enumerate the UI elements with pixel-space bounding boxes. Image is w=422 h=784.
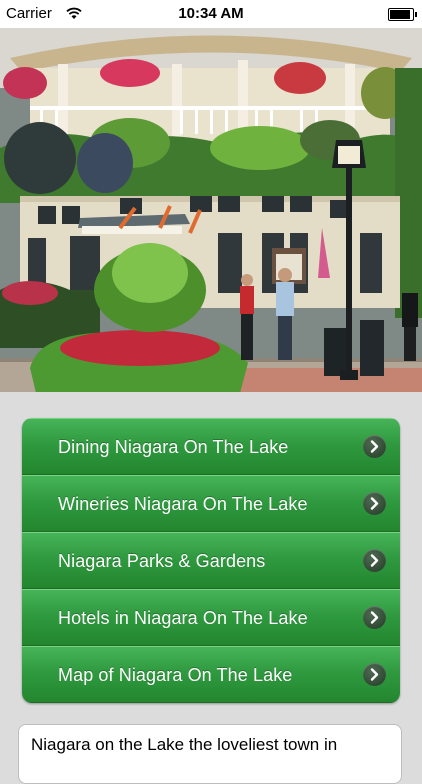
hero-photo-illustration [0, 28, 422, 392]
menu-item-dining[interactable]: Dining Niagara On The Lake [22, 418, 400, 475]
chevron-right-icon[interactable] [363, 663, 386, 686]
chevron-right-icon[interactable] [363, 606, 386, 629]
menu-item-label: Map of Niagara On The Lake [58, 665, 293, 685]
chevron-right-icon[interactable] [363, 549, 386, 572]
menu-item-parks-gardens[interactable]: Niagara Parks & Gardens [22, 532, 400, 589]
menu-item-label: Niagara Parks & Gardens [58, 551, 266, 571]
clock: 10:34 AM [178, 5, 244, 22]
chevron-right-icon[interactable] [363, 435, 386, 458]
battery-icon [388, 8, 417, 21]
menu-item-wineries[interactable]: Wineries Niagara On The Lake [22, 475, 400, 532]
hero-photo [0, 28, 422, 392]
menu-item-map[interactable]: Map of Niagara On The Lake [22, 646, 400, 703]
menu-item-label: Hotels in Niagara On The Lake [58, 608, 308, 628]
description-text: Niagara on the Lake the loveliest town i… [31, 735, 338, 754]
menu-item-label: Dining Niagara On The Lake [58, 437, 289, 457]
menu-item-hotels[interactable]: Hotels in Niagara On The Lake [22, 589, 400, 646]
description-card: Niagara on the Lake the loveliest town i… [18, 724, 402, 784]
status-bar: Carrier 10:34 AM [0, 0, 422, 28]
chevron-right-icon[interactable] [363, 492, 386, 515]
main-menu: Dining Niagara On The Lake Wineries Niag… [22, 418, 400, 703]
menu-item-label: Wineries Niagara On The Lake [58, 494, 308, 514]
